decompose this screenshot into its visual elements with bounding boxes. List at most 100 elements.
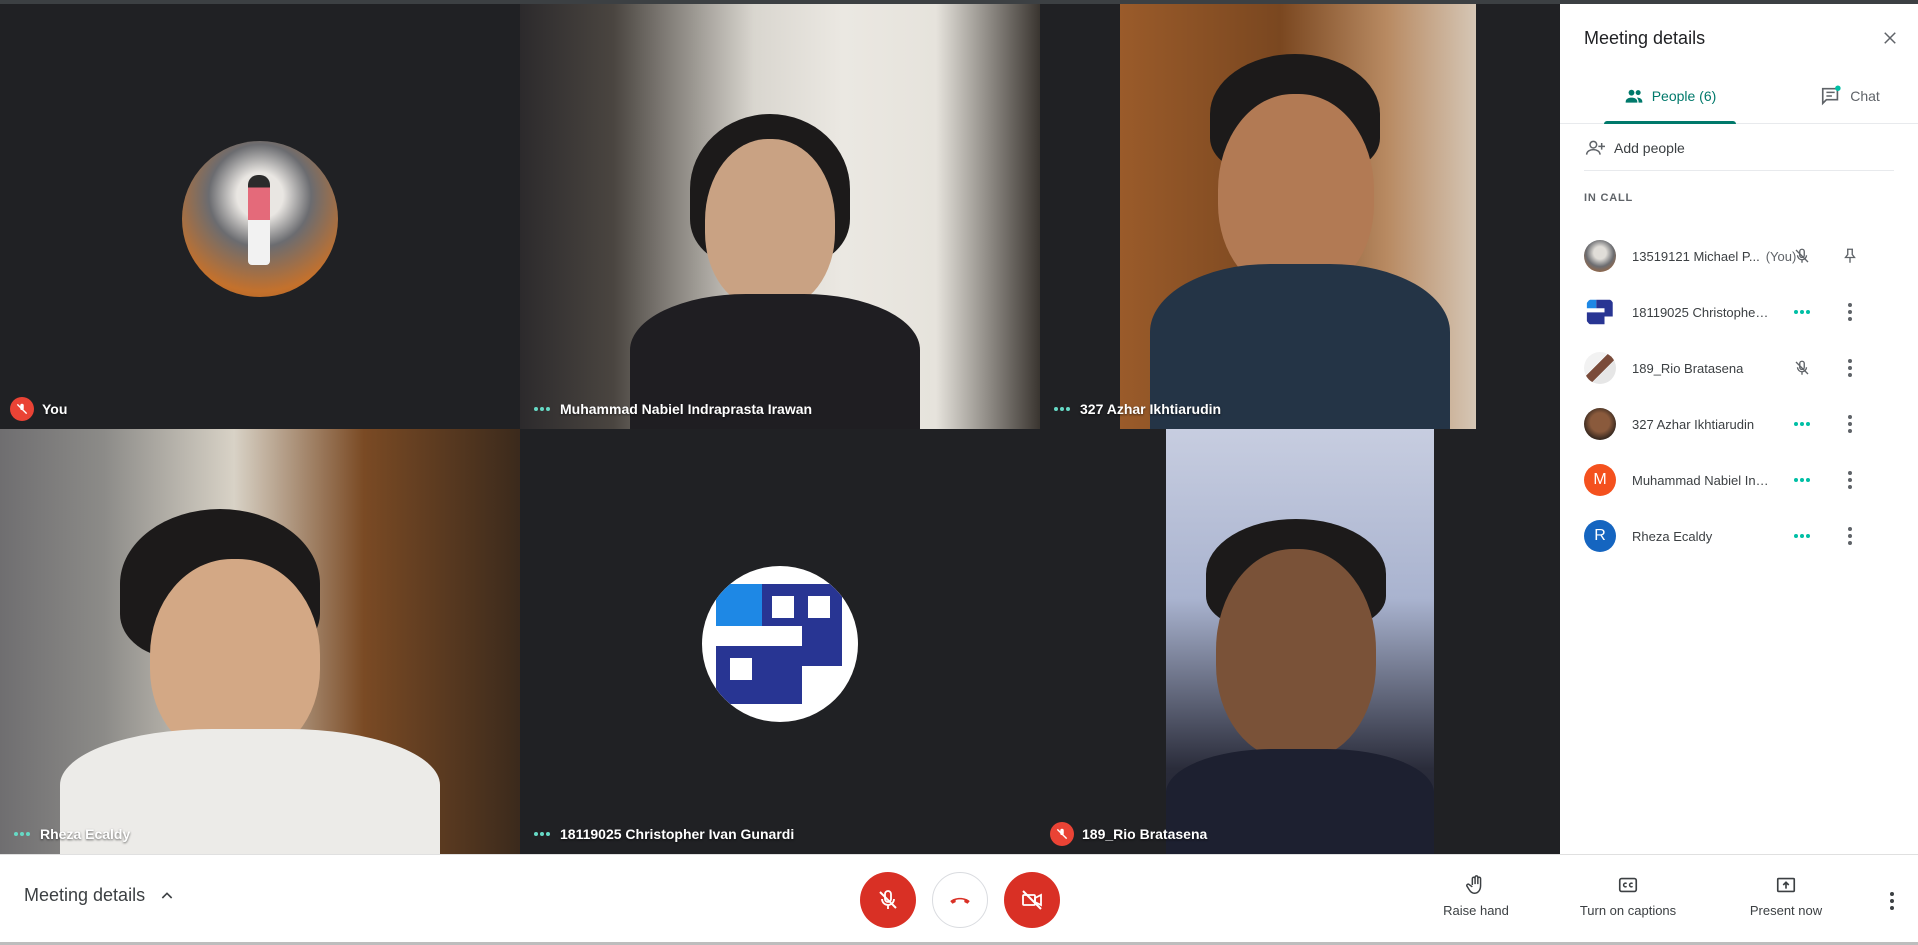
tab-people-label: People (6) [1651, 88, 1717, 104]
more-options-button[interactable] [1838, 412, 1862, 436]
more-options-button[interactable] [1838, 524, 1862, 548]
participant-row[interactable]: 327 Azhar Ikhtiarudin [1560, 396, 1918, 452]
speaking-dots-icon [1050, 407, 1074, 411]
more-vert-icon [1848, 471, 1852, 489]
speaking-dots-icon [1790, 524, 1814, 548]
video-figure-face [1216, 549, 1376, 759]
video-feed [520, 4, 1040, 429]
tile-name: 18119025 Christopher Ivan Gunardi [560, 826, 795, 842]
more-options-button[interactable] [1838, 300, 1862, 324]
speaking-dots-icon [1790, 412, 1814, 436]
present-now-button[interactable]: Present now [1736, 873, 1836, 918]
hand-icon [1466, 875, 1482, 894]
participant-tile-you[interactable]: You [0, 4, 520, 429]
avatar-letter: R [1594, 527, 1606, 544]
add-people-button[interactable]: Add people [1584, 128, 1685, 168]
more-vert-icon [1848, 415, 1852, 433]
participant-avatar [1584, 408, 1616, 440]
pin-icon [1844, 248, 1856, 263]
participant-tile-video[interactable]: 327 Azhar Ikhtiarudin [1040, 4, 1560, 429]
divider [1584, 170, 1894, 171]
bottom-control-bar: Meeting details Raise hand Turn on capti… [0, 854, 1918, 945]
raise-hand-button[interactable]: Raise hand [1432, 873, 1520, 918]
tile-name: Rheza Ecaldy [40, 826, 131, 842]
participant-tile-avatar[interactable]: 18119025 Christopher Ivan Gunardi [520, 429, 1040, 854]
mic-off-icon [879, 890, 897, 909]
participant-avatar [1584, 240, 1616, 272]
tile-label: Rheza Ecaldy [10, 822, 130, 846]
participant-name: 189_Rio Bratasena [1632, 360, 1744, 376]
chevron-up-icon [161, 891, 173, 899]
logo-mark-icon [1586, 299, 1613, 325]
avatar-letter: M [1593, 471, 1607, 488]
participant-row[interactable]: 189_Rio Bratasena [1560, 340, 1918, 396]
participant-name: 327 Azhar Ikhtiarudin [1632, 416, 1755, 432]
participant-tile-video[interactable]: 189_Rio Bratasena [1040, 429, 1560, 854]
tile-name: Muhammad Nabiel Indraprasta Irawan [560, 401, 813, 417]
hang-up-icon [950, 897, 970, 904]
add-person-icon [1585, 140, 1605, 155]
more-vert-icon [1848, 303, 1852, 321]
tile-label: 189_Rio Bratasena [1050, 822, 1207, 846]
mic-off-icon [10, 397, 34, 421]
meet-app: You Muhammad Nabiel Indraprasta Irawan 3… [0, 0, 1918, 945]
tab-people[interactable]: People (6) [1602, 68, 1738, 124]
mic-off-icon [1050, 822, 1074, 846]
more-vert-icon [1890, 892, 1894, 910]
tile-label: 18119025 Christopher Ivan Gunardi [530, 822, 794, 846]
participant-tile-video[interactable]: Rheza Ecaldy [0, 429, 520, 854]
panel-title: Meeting details [1584, 28, 1706, 48]
video-feed [1120, 4, 1476, 429]
tab-chat-label: Chat [1850, 88, 1880, 104]
participant-tile-video[interactable]: Muhammad Nabiel Indraprasta Irawan [520, 4, 1040, 429]
participant-row[interactable]: 13519121 Michael P... (You) [1560, 228, 1918, 284]
meeting-details-label: Meeting details [24, 885, 146, 905]
camera-off-icon [1022, 890, 1042, 910]
participant-name: Rheza Ecaldy [1632, 528, 1713, 544]
participant-avatar: R [1584, 520, 1616, 552]
panel-tabs: People (6) Chat [1560, 68, 1918, 124]
captions-button[interactable]: Turn on captions [1568, 873, 1688, 918]
close-panel-button[interactable] [1874, 22, 1906, 54]
tile-label: 327 Azhar Ikhtiarudin [1050, 397, 1221, 421]
speaking-dots-icon [10, 832, 34, 836]
participant-name: 13519121 Michael P... [1632, 248, 1760, 264]
participant-row[interactable]: M Muhammad Nabiel Indra... [1560, 452, 1918, 508]
participant-name: 18119025 Christopher Iva... [1632, 304, 1772, 320]
participant-avatar [1584, 352, 1616, 384]
more-vert-icon [1848, 359, 1852, 377]
leave-call-button[interactable] [932, 872, 988, 928]
meeting-details-button[interactable]: Meeting details [24, 885, 175, 906]
toggle-camera-button[interactable] [1004, 872, 1060, 928]
avatar-figure [248, 175, 270, 265]
speaking-dots-icon [530, 407, 554, 411]
add-people-label: Add people [1614, 140, 1685, 156]
video-figure-face [705, 139, 835, 309]
participant-list: 13519121 Michael P... (You) 18119025 Chr… [1560, 228, 1918, 564]
participant-row[interactable]: 18119025 Christopher Iva... [1560, 284, 1918, 340]
present-screen-icon [1776, 877, 1796, 893]
tile-label: You [10, 397, 67, 421]
more-vert-icon [1848, 527, 1852, 545]
tile-label: Muhammad Nabiel Indraprasta Irawan [530, 397, 812, 421]
chat-icon [1822, 85, 1841, 106]
pin-button[interactable] [1838, 244, 1862, 268]
more-options-button[interactable] [1838, 468, 1862, 492]
profile-photo-avatar [182, 141, 338, 297]
tab-chat[interactable]: Chat [1800, 68, 1900, 124]
tile-name: You [42, 401, 68, 417]
logo-avatar [702, 566, 858, 722]
more-options-button[interactable] [1838, 356, 1862, 380]
captions-label: Turn on captions [1579, 903, 1677, 918]
people-icon [1625, 89, 1643, 103]
participant-row[interactable]: R Rheza Ecaldy [1560, 508, 1918, 564]
mic-off-icon [1790, 244, 1814, 268]
participant-avatar: M [1584, 464, 1616, 496]
participant-avatar [1584, 296, 1616, 328]
toggle-mic-button[interactable] [860, 872, 916, 928]
more-options-button[interactable] [1880, 883, 1904, 919]
tile-name: 327 Azhar Ikhtiarudin [1080, 401, 1222, 417]
in-call-section-label: IN CALL [1584, 192, 1633, 204]
meeting-details-panel: Meeting details People (6) Chat Add peop… [1560, 4, 1918, 854]
logo-mark-icon [716, 584, 844, 704]
